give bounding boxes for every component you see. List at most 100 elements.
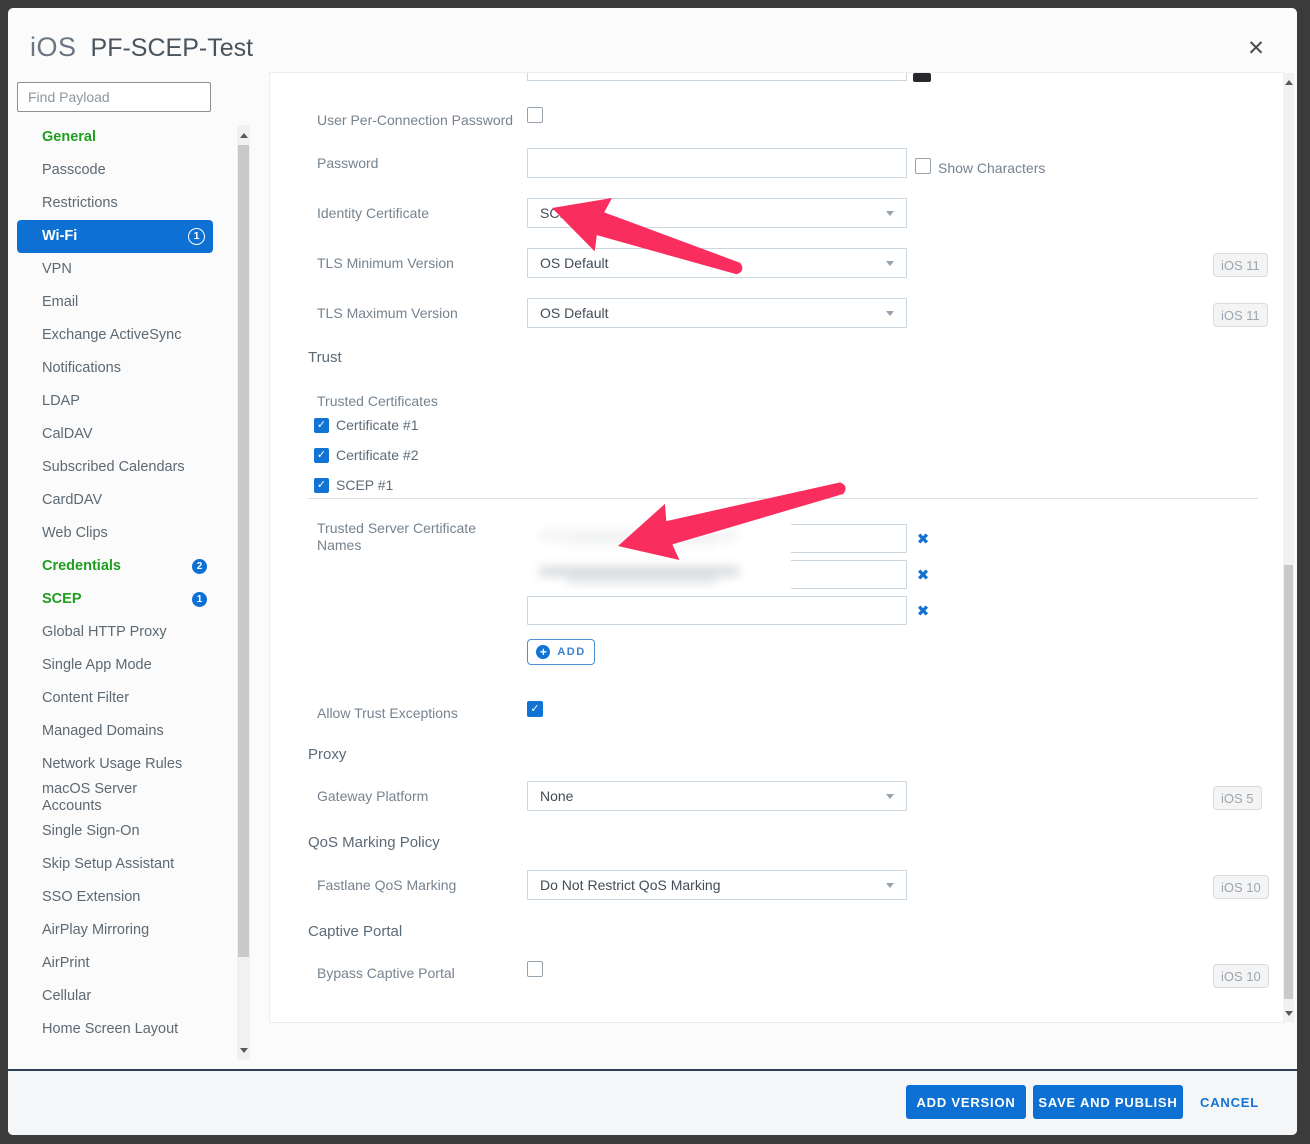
sidebar-item-label: Single Sign-On — [42, 823, 140, 840]
tls-maximum-version-select[interactable]: OS Default — [527, 298, 907, 328]
find-payload-input[interactable] — [17, 82, 211, 112]
scroll-up-icon[interactable] — [237, 129, 250, 141]
min-os-badge: iOS 10 — [1213, 964, 1269, 988]
sidebar-scrollbar[interactable] — [237, 125, 250, 1060]
sidebar-item-cellular[interactable]: Cellular — [17, 979, 213, 1012]
cancel-button[interactable]: CANCEL — [1200, 1085, 1259, 1119]
redacted-value-overlay — [527, 517, 791, 556]
sidebar-item-credentials[interactable]: Credentials2 — [17, 550, 213, 583]
field-label: Bypass Captive Portal — [317, 965, 455, 982]
add-server-name-button[interactable]: + ADD — [527, 639, 595, 665]
remove-icon[interactable]: ✖ — [912, 560, 934, 589]
redacted-value-overlay — [527, 553, 791, 589]
trusted-server-name-input[interactable] — [527, 596, 907, 625]
content-scrollbar[interactable] — [1283, 73, 1294, 1022]
sidebar-item-label: Wi-Fi — [42, 228, 77, 245]
trusted-certificates-label: Trusted Certificates — [317, 393, 438, 410]
divider — [308, 498, 1258, 499]
payload-count-badge: 1 — [192, 592, 207, 607]
window-title: iOS PF-SCEP-Test — [30, 32, 253, 63]
sidebar-item-home-screen-layout[interactable]: Home Screen Layout — [17, 1012, 213, 1045]
sidebar-item-carddav[interactable]: CardDAV — [17, 484, 213, 517]
remove-icon[interactable]: ✖ — [912, 596, 934, 625]
section-heading-captive-portal: Captive Portal — [308, 923, 402, 940]
min-os-badge: iOS 11 — [1213, 253, 1268, 277]
sidebar-item-label: Web Clips — [42, 525, 108, 542]
sidebar-item-label: Content Filter — [42, 690, 129, 707]
scroll-down-icon[interactable] — [237, 1044, 250, 1056]
sidebar-item-label: Skip Setup Assistant — [42, 856, 174, 873]
remove-icon[interactable]: ✖ — [912, 524, 934, 553]
add-icon: + — [536, 645, 550, 659]
sidebar-item-label: VPN — [42, 261, 72, 278]
clipped-top-input[interactable] — [527, 73, 907, 81]
save-and-publish-button[interactable]: SAVE AND PUBLISH — [1033, 1085, 1183, 1119]
scep-1-checkbox[interactable]: ✓ — [314, 478, 329, 493]
sidebar-item-label: Subscribed Calendars — [42, 459, 185, 476]
scroll-up-icon[interactable] — [1283, 76, 1294, 88]
sidebar-item-wi-fi[interactable]: Wi-Fi1 — [17, 220, 213, 253]
show-characters-checkbox[interactable]: ✓ — [915, 158, 931, 174]
sidebar-item-general[interactable]: General — [17, 121, 213, 154]
sidebar-scrollbar-thumb[interactable] — [238, 145, 249, 957]
field-label: Password — [317, 155, 378, 172]
sidebar-item-web-clips[interactable]: Web Clips — [17, 517, 213, 550]
identity-certificate-select[interactable]: SCEP #1 — [527, 198, 907, 228]
sidebar-item-label: Email — [42, 294, 78, 311]
sidebar-item-global-http-proxy[interactable]: Global HTTP Proxy — [17, 616, 213, 649]
sidebar-item-single-sign-on[interactable]: Single Sign-On — [17, 814, 213, 847]
sidebar-item-airprint[interactable]: AirPrint — [17, 946, 213, 979]
sidebar-item-macos-server-accounts[interactable]: macOS Server Accounts — [17, 781, 213, 814]
sidebar-item-airplay-mirroring[interactable]: AirPlay Mirroring — [17, 913, 213, 946]
sidebar-item-content-filter[interactable]: Content Filter — [17, 682, 213, 715]
sidebar-item-network-usage-rules[interactable]: Network Usage Rules — [17, 748, 213, 781]
min-os-badge: iOS 5 — [1213, 786, 1262, 810]
dropdown-caret-icon — [886, 794, 894, 799]
field-label: Gateway Platform — [317, 788, 428, 805]
sidebar-item-label: Home Screen Layout — [42, 1021, 178, 1038]
sidebar-item-scep[interactable]: SCEP1 — [17, 583, 213, 616]
sidebar-item-ldap[interactable]: LDAP — [17, 385, 213, 418]
sidebar-item-label: Managed Domains — [42, 723, 164, 740]
user-per-connection-password-checkbox[interactable]: ✓ — [527, 107, 543, 123]
gateway-platform-select[interactable]: None — [527, 781, 907, 811]
scroll-down-icon[interactable] — [1283, 1007, 1294, 1019]
min-os-badge: iOS 10 — [1213, 875, 1269, 899]
sidebar-item-exchange-activesync[interactable]: Exchange ActiveSync — [17, 319, 213, 352]
sidebar-item-passcode[interactable]: Passcode — [17, 154, 213, 187]
sidebar-item-sso-extension[interactable]: SSO Extension — [17, 880, 213, 913]
add-version-button[interactable]: ADD VERSION — [906, 1085, 1026, 1119]
field-label: TLS Minimum Version — [317, 255, 454, 272]
min-os-badge: iOS 11 — [1213, 303, 1268, 327]
sidebar-item-managed-domains[interactable]: Managed Domains — [17, 715, 213, 748]
sidebar-item-restrictions[interactable]: Restrictions — [17, 187, 213, 220]
trusted-certificate-option: ✓SCEP #1 — [314, 477, 393, 493]
dropdown-caret-icon — [886, 311, 894, 316]
sidebar-item-single-app-mode[interactable]: Single App Mode — [17, 649, 213, 682]
sidebar-item-skip-setup-assistant[interactable]: Skip Setup Assistant — [17, 847, 213, 880]
allow-trust-exceptions-checkbox[interactable]: ✓ — [527, 701, 543, 717]
sidebar-item-label: Exchange ActiveSync — [42, 327, 181, 344]
sidebar-item-email[interactable]: Email — [17, 286, 213, 319]
dropdown-caret-icon — [886, 261, 894, 266]
sidebar-item-subscribed-calendars[interactable]: Subscribed Calendars — [17, 451, 213, 484]
action-footer: ADD VERSION SAVE AND PUBLISH CANCEL — [8, 1069, 1297, 1135]
password-input[interactable] — [527, 148, 907, 178]
tls-minimum-version-select[interactable]: OS Default — [527, 248, 907, 278]
certificate-1-checkbox[interactable]: ✓ — [314, 418, 329, 433]
field-label: User Per-Connection Password — [317, 112, 513, 129]
close-icon[interactable]: ✕ — [1242, 34, 1270, 62]
clipped-top-element — [913, 73, 931, 82]
trusted-certificate-option: ✓Certificate #1 — [314, 417, 418, 433]
sidebar-item-notifications[interactable]: Notifications — [17, 352, 213, 385]
sidebar-item-caldav[interactable]: CalDAV — [17, 418, 213, 451]
field-label: Allow Trust Exceptions — [317, 705, 458, 722]
fastlane-qos-marking-select[interactable]: Do Not Restrict QoS Marking — [527, 870, 907, 900]
section-heading-trust: Trust — [308, 349, 342, 366]
certificate-2-checkbox[interactable]: ✓ — [314, 448, 329, 463]
sidebar-item-label: macOS Server Accounts — [42, 781, 162, 814]
content-scrollbar-thumb[interactable] — [1284, 565, 1293, 999]
sidebar-item-vpn[interactable]: VPN — [17, 253, 213, 286]
sidebar-item-label: Global HTTP Proxy — [42, 624, 167, 641]
bypass-captive-portal-checkbox[interactable]: ✓ — [527, 961, 543, 977]
